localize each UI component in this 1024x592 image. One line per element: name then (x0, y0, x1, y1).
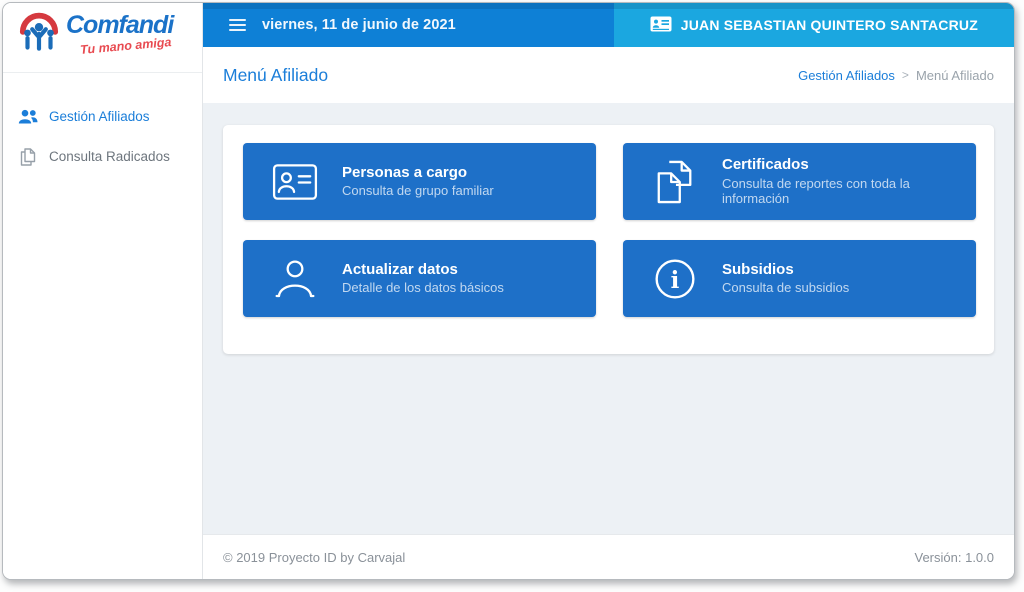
footer: © 2019 Proyecto ID by Carvajal Versión: … (203, 534, 1014, 579)
footer-copyright: © 2019 Proyecto ID by Carvajal (223, 549, 406, 565)
card-grid: Personas a cargo Consulta de grupo famil… (243, 143, 976, 317)
app-window: Comfandi Tu mano amiga Gestión Afiliados (2, 2, 1015, 580)
card-title: Personas a cargo (342, 163, 468, 181)
sidebar: Comfandi Tu mano amiga Gestión Afiliados (3, 3, 203, 579)
sidebar-item-label: Consulta Radicados (49, 149, 170, 165)
person-outline-icon (271, 256, 319, 302)
brand-logo[interactable]: Comfandi Tu mano amiga (3, 3, 202, 73)
card-certificados[interactable]: Certificados Consulta de reportes con to… (623, 143, 976, 220)
card-title: Actualizar datos (342, 260, 458, 278)
id-card-icon (650, 16, 672, 35)
topbar-left: viernes, 11 de junio de 2021 (203, 3, 614, 47)
main-area: viernes, 11 de junio de 2021 JUAN SEBAST… (203, 3, 1014, 579)
brand-name: Comfandi (66, 11, 174, 39)
card-personas-a-cargo[interactable]: Personas a cargo Consulta de grupo famil… (243, 143, 596, 220)
sidebar-item-gestion-afiliados[interactable]: Gestión Afiliados (3, 97, 202, 137)
topbar-date: viernes, 11 de junio de 2021 (262, 17, 456, 33)
breadcrumb-current: Menú Afiliado (915, 67, 994, 83)
hamburger-icon[interactable] (227, 15, 248, 35)
page-title: Menú Afiliado (223, 64, 329, 85)
breadcrumb-parent-link[interactable]: Gestión Afiliados (798, 68, 895, 83)
user-name: JUAN SEBASTIAN QUINTERO SANTACRUZ (680, 17, 978, 33)
copy-documents-icon (651, 159, 699, 205)
id-badge-icon (271, 163, 319, 201)
card-title: Subsidios (722, 260, 794, 278)
topbar: viernes, 11 de junio de 2021 JUAN SEBAST… (203, 3, 1014, 47)
card-subtitle: Detalle de los datos básicos (342, 280, 504, 296)
info-circle-icon: i (651, 257, 699, 301)
footer-version: Versión: 1.0.0 (914, 549, 995, 565)
card-subsidios[interactable]: i Subsidios Consulta de subsidios (623, 240, 976, 317)
breadcrumb: Gestión Afiliados > Menú Afiliado (798, 68, 994, 83)
card-subtitle: Consulta de grupo familiar (342, 183, 494, 199)
topbar-user-section: JUAN SEBASTIAN QUINTERO SANTACRUZ (613, 3, 1014, 47)
card-title: Certificados (722, 156, 809, 174)
sidebar-nav: Gestión Afiliados Consulta Radicados (3, 73, 202, 177)
svg-text:i: i (671, 267, 680, 294)
breadcrumb-separator: > (901, 68, 909, 82)
comfandi-family-arch-icon (16, 12, 62, 63)
card-subtitle: Consulta de subsidios (722, 280, 850, 296)
documents-icon (18, 148, 38, 166)
menu-panel: Personas a cargo Consulta de grupo famil… (223, 125, 994, 354)
card-subtitle: Consulta de reportes con toda la informa… (722, 175, 910, 206)
sidebar-item-label: Gestión Afiliados (49, 109, 150, 125)
sidebar-item-consulta-radicados[interactable]: Consulta Radicados (3, 137, 202, 177)
card-actualizar-datos[interactable]: Actualizar datos Detalle de los datos bá… (243, 240, 596, 317)
user-menu[interactable]: JUAN SEBASTIAN QUINTERO SANTACRUZ (650, 16, 978, 35)
content-area: Personas a cargo Consulta de grupo famil… (203, 103, 1014, 534)
subheader: Menú Afiliado Gestión Afiliados > Menú A… (203, 47, 1014, 103)
users-icon (18, 108, 38, 126)
